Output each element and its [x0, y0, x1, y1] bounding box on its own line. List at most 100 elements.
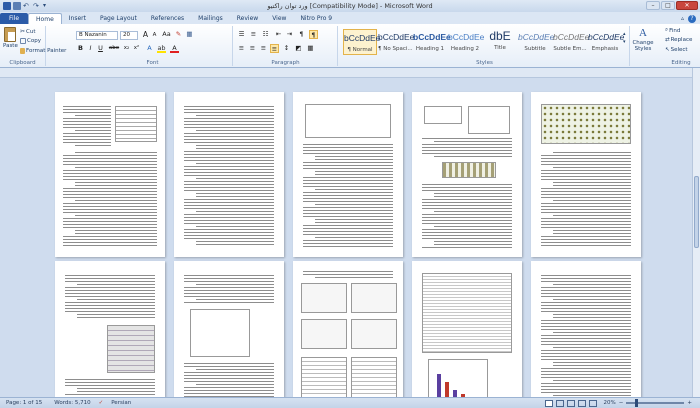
zoom-out-button[interactable]: − [619, 400, 624, 406]
shading-icon[interactable]: ◩ [294, 44, 303, 53]
document-canvas[interactable] [0, 78, 692, 397]
show-formatting-button[interactable]: ¶ [309, 30, 318, 39]
tab-insert[interactable]: Insert [62, 13, 93, 24]
style-title[interactable]: dbE Title [483, 29, 517, 55]
page-thumbnail[interactable] [55, 92, 165, 257]
minimize-ribbon-icon[interactable]: ▵ [681, 15, 684, 22]
page-thumbnail[interactable] [412, 92, 522, 257]
highlight-icon[interactable]: ab [157, 44, 166, 53]
scrollbar-thumb[interactable] [694, 176, 699, 248]
vertical-scrollbar[interactable] [692, 68, 700, 397]
customize-icon[interactable]: ▾ [43, 2, 51, 10]
select-button[interactable]: ↖ Select [665, 47, 688, 53]
zoom-slider[interactable] [626, 399, 685, 407]
undo-icon[interactable]: ↶ [23, 2, 31, 10]
format-painter-button[interactable]: Format Painter [20, 48, 66, 54]
save-icon[interactable] [13, 2, 21, 10]
word-app-icon[interactable] [3, 2, 11, 10]
numbering-icon[interactable]: ≡ [249, 30, 258, 39]
zoom-in-button[interactable]: + [687, 400, 692, 406]
page-thumbnail[interactable] [531, 92, 641, 257]
decrease-indent-icon[interactable]: ⇤ [274, 30, 283, 39]
style-no-spacing[interactable]: bCcDdEe ¶ No Spaci... [378, 29, 414, 55]
superscript-button[interactable]: x² [132, 44, 141, 53]
paste-button[interactable]: Paste [3, 27, 18, 49]
strikethrough-button[interactable]: abe [108, 44, 120, 53]
page-thumbnail[interactable] [412, 261, 522, 397]
copy-icon [20, 38, 26, 44]
view-draft-icon[interactable] [588, 399, 597, 407]
view-web-icon[interactable] [566, 399, 575, 407]
page-thumbnail[interactable] [55, 261, 165, 397]
minimize-button[interactable]: – [646, 1, 660, 10]
underline-button[interactable]: U [96, 44, 105, 53]
style-subtle-emphasis[interactable]: bCcDdEe Subtle Em... [553, 29, 589, 55]
tab-file[interactable]: File [0, 13, 29, 24]
font-dialog-icon[interactable]: ▦ [185, 30, 194, 39]
zoom-slider-knob[interactable] [635, 399, 639, 407]
help-icon[interactable]: ? [688, 14, 696, 23]
change-case-button[interactable]: Aa [162, 30, 171, 39]
change-styles-button[interactable]: A Change Styles [632, 27, 654, 52]
style-heading-2[interactable]: bCcDdEe Heading 2 [448, 29, 484, 55]
proofing-icon[interactable]: ✓ [97, 400, 106, 406]
tab-review[interactable]: Review [230, 13, 265, 24]
font-size-select[interactable]: 20 [120, 31, 138, 40]
line-spacing-icon[interactable]: ↕ [282, 44, 291, 53]
figure [422, 273, 512, 353]
align-center-icon[interactable]: ≡ [248, 44, 257, 53]
maximize-button[interactable]: □ [661, 1, 675, 10]
align-left-icon[interactable]: ≡ [237, 44, 246, 53]
figure [351, 357, 397, 397]
text-line [184, 151, 274, 152]
styles-more-icon[interactable]: ▴ ▾ [623, 30, 626, 46]
subscript-button[interactable]: x₂ [122, 44, 131, 53]
language-indicator[interactable]: Persian [105, 400, 137, 406]
italic-button[interactable]: I [86, 44, 95, 53]
style-heading-1[interactable]: bCcDdEe Heading 1 [413, 29, 451, 55]
justify-icon[interactable]: ≡ [270, 44, 279, 53]
increase-indent-icon[interactable]: ⇥ [285, 30, 294, 39]
tab-home[interactable]: Home [28, 13, 62, 24]
tab-nitro-pro[interactable]: Nitro Pro 9 [293, 13, 339, 24]
borders-icon[interactable]: ▦ [306, 44, 315, 53]
cut-button[interactable]: ✂ Cut [20, 28, 36, 35]
style-subtitle[interactable]: bCcDdEe Subtitle [518, 29, 554, 55]
style-emphasis[interactable]: bCcDdEe Emphasis [588, 29, 624, 55]
tab-view[interactable]: View [265, 13, 293, 24]
cut-label: Cut [26, 28, 36, 35]
ltr-icon[interactable]: ¶ [297, 30, 306, 39]
font-color-button[interactable]: A [170, 44, 179, 53]
page-thumbnail[interactable] [293, 261, 403, 397]
bold-button[interactable]: B [76, 44, 85, 53]
view-outline-icon[interactable] [577, 399, 586, 407]
page-thumbnail[interactable] [174, 261, 284, 397]
find-button[interactable]: ⌕ Find [665, 27, 680, 34]
replace-button[interactable]: ⇄ Replace [665, 37, 692, 43]
close-button[interactable]: ✕ [676, 1, 698, 10]
page-thumbnail[interactable] [174, 92, 284, 257]
page-count[interactable]: Page: 1 of 15 [0, 400, 48, 406]
page-thumbnail[interactable] [293, 92, 403, 257]
tab-references[interactable]: References [144, 13, 191, 24]
text-line [303, 243, 393, 244]
font-name-select[interactable]: B Nazanin [76, 31, 118, 40]
view-full-screen-icon[interactable] [555, 399, 564, 407]
shrink-font-button[interactable]: A [150, 31, 159, 40]
text-effects-icon[interactable]: A [145, 44, 154, 53]
clear-formatting-icon[interactable]: ✎ [174, 30, 183, 39]
copy-button[interactable]: Copy [20, 38, 41, 44]
horizontal-ruler[interactable] [0, 68, 700, 78]
word-count[interactable]: Words: 5,710 [48, 400, 96, 406]
style-normal[interactable]: bCcDdEe ¶ Normal [343, 29, 380, 55]
view-print-layout-icon[interactable] [544, 399, 553, 407]
redo-icon[interactable]: ↷ [33, 2, 41, 10]
multilevel-list-icon[interactable]: ☷ [261, 30, 270, 39]
page-thumbnail[interactable] [531, 261, 641, 397]
align-right-icon[interactable]: ≡ [259, 44, 268, 53]
grow-font-button[interactable]: A [141, 30, 150, 39]
zoom-level[interactable]: 20% [604, 400, 616, 406]
tab-page-layout[interactable]: Page Layout [93, 13, 144, 24]
tab-mailings[interactable]: Mailings [191, 13, 230, 24]
bullets-icon[interactable]: ☰ [237, 30, 246, 39]
